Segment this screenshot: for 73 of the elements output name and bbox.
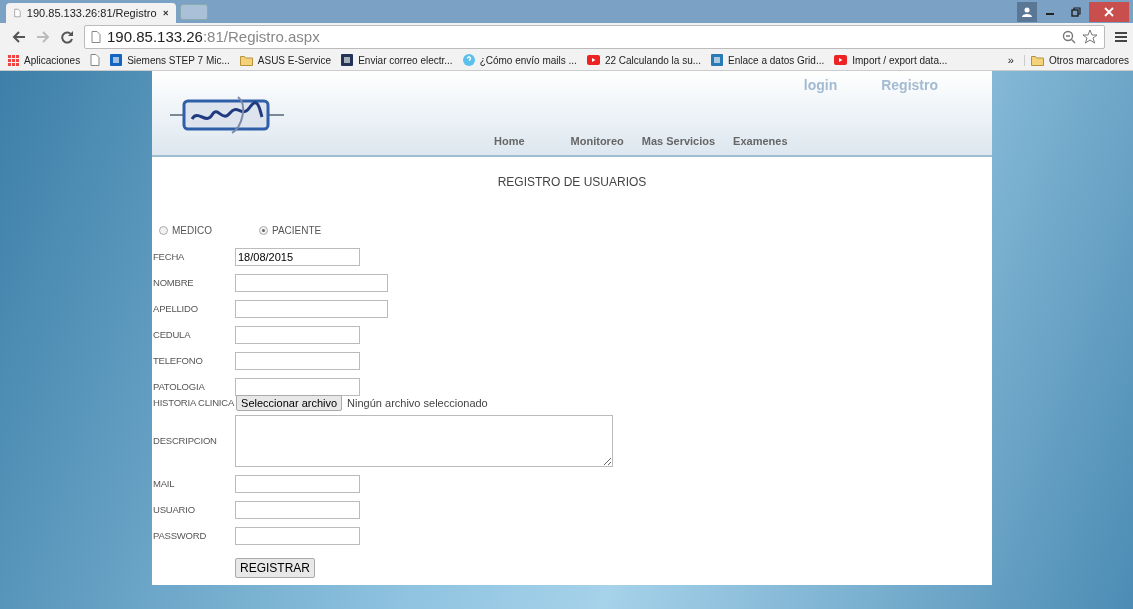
page-bookmark-icon[interactable] — [90, 54, 101, 67]
menu-link[interactable]: Monitoreo — [570, 135, 624, 147]
back-icon[interactable] — [12, 30, 26, 43]
role-radio[interactable]: MEDICO — [159, 225, 259, 236]
input-field[interactable]: 18/08/2015 — [235, 248, 360, 266]
field-label: PATOLOGIA — [153, 381, 206, 393]
browser-tab[interactable]: 190.85.133.26:81/Registro — [6, 3, 176, 24]
menu-icon[interactable] — [1115, 30, 1127, 43]
address-bar[interactable]: 190.85.133.26:81/Registro.aspx — [84, 24, 1105, 49]
menu-link[interactable]: Examenes — [733, 135, 788, 147]
bookmark[interactable]: Aplicaciones — [8, 54, 81, 66]
bookmark-label: ¿Cómo envío mails ... — [479, 54, 577, 66]
field-label: HISTORIA CLINICA — [153, 397, 235, 409]
zoom-icon[interactable] — [1062, 29, 1076, 44]
close-button[interactable] — [1089, 2, 1129, 22]
folder-icon — [1030, 54, 1044, 66]
apps-icon — [8, 54, 19, 66]
field-label: FECHA — [153, 251, 186, 263]
star-icon[interactable] — [1082, 28, 1098, 45]
restore-icon[interactable] — [1071, 6, 1081, 17]
menu-link[interactable]: Mas Servicios — [641, 135, 716, 147]
bookmark[interactable]: Import / export data... — [834, 54, 948, 66]
bookmark-label: Siemens STEP 7 Mic... — [127, 54, 230, 66]
input-field[interactable] — [235, 378, 360, 396]
page-icon — [91, 30, 101, 43]
bookmark-folder[interactable]: Otros marcadores — [1023, 54, 1129, 66]
bookmark[interactable]: ASUS E-Service — [239, 54, 332, 66]
input-field[interactable] — [235, 527, 360, 545]
play-icon — [586, 55, 600, 66]
bookmark[interactable]: Enviar correo electr... — [341, 54, 453, 67]
bookmark-label: ASUS E-Service — [257, 54, 332, 66]
bookmark[interactable]: Siemens STEP 7 Mic... — [110, 54, 230, 67]
input-field[interactable] — [235, 352, 360, 370]
person-icon — [1022, 7, 1032, 17]
bookmark[interactable]: ¿Cómo envío mails ... — [462, 54, 577, 67]
input-field[interactable] — [235, 501, 360, 519]
folder-icon — [239, 54, 253, 66]
bookmark-label: Otros marcadores — [1048, 54, 1129, 66]
role-radio[interactable]: PACIENTE — [259, 225, 359, 236]
help-icon — [462, 54, 475, 67]
bookmark-label: Aplicaciones — [24, 54, 81, 66]
url-text: 190.85.133.26:81/Registro.aspx — [107, 28, 320, 46]
field-label: USUARIO — [153, 504, 196, 516]
register-button[interactable]: REGISTRAR — [235, 558, 315, 578]
bookmark-label: Import / export data... — [852, 54, 948, 66]
bookmark-label: Enlace a datos Grid... — [728, 54, 825, 66]
reload-icon[interactable] — [60, 29, 74, 44]
input-field[interactable] — [235, 300, 388, 318]
bookmark-label: Enviar correo electr... — [358, 54, 453, 66]
bookmark[interactable]: 22 Calculando la su... — [586, 54, 702, 66]
tab-title: 190.85.133.26:81/Registro — [26, 7, 157, 20]
bookmark-label: 22 Calculando la su... — [604, 54, 702, 66]
field-label: NOMBRE — [153, 277, 195, 289]
field-label: PASSWORD — [153, 530, 208, 542]
field-label: TELEFONO — [153, 355, 204, 367]
description-field[interactable] — [235, 415, 613, 467]
input-field[interactable] — [235, 475, 360, 493]
field-label: CEDULA — [153, 329, 192, 341]
input-field[interactable] — [235, 274, 388, 292]
close-icon[interactable] — [162, 9, 168, 18]
field-label: DESCRIPCION — [153, 435, 218, 447]
play-icon — [834, 55, 848, 66]
profile-button[interactable] — [1017, 2, 1037, 22]
field-label: MAIL — [153, 478, 176, 490]
field-label: APELLIDO — [153, 303, 199, 315]
more-bookmarks-button[interactable]: » — [1007, 54, 1014, 67]
close-icon — [1104, 7, 1114, 17]
input-field[interactable] — [235, 326, 360, 344]
page-icon — [14, 7, 21, 20]
file-status: Ningún archivo seleccionado — [347, 397, 488, 409]
menu-link[interactable]: Home — [494, 135, 525, 147]
page-title: REGISTRO DE USUARIOS — [496, 175, 648, 189]
bookmark[interactable]: Enlace a datos Grid... — [711, 54, 825, 67]
